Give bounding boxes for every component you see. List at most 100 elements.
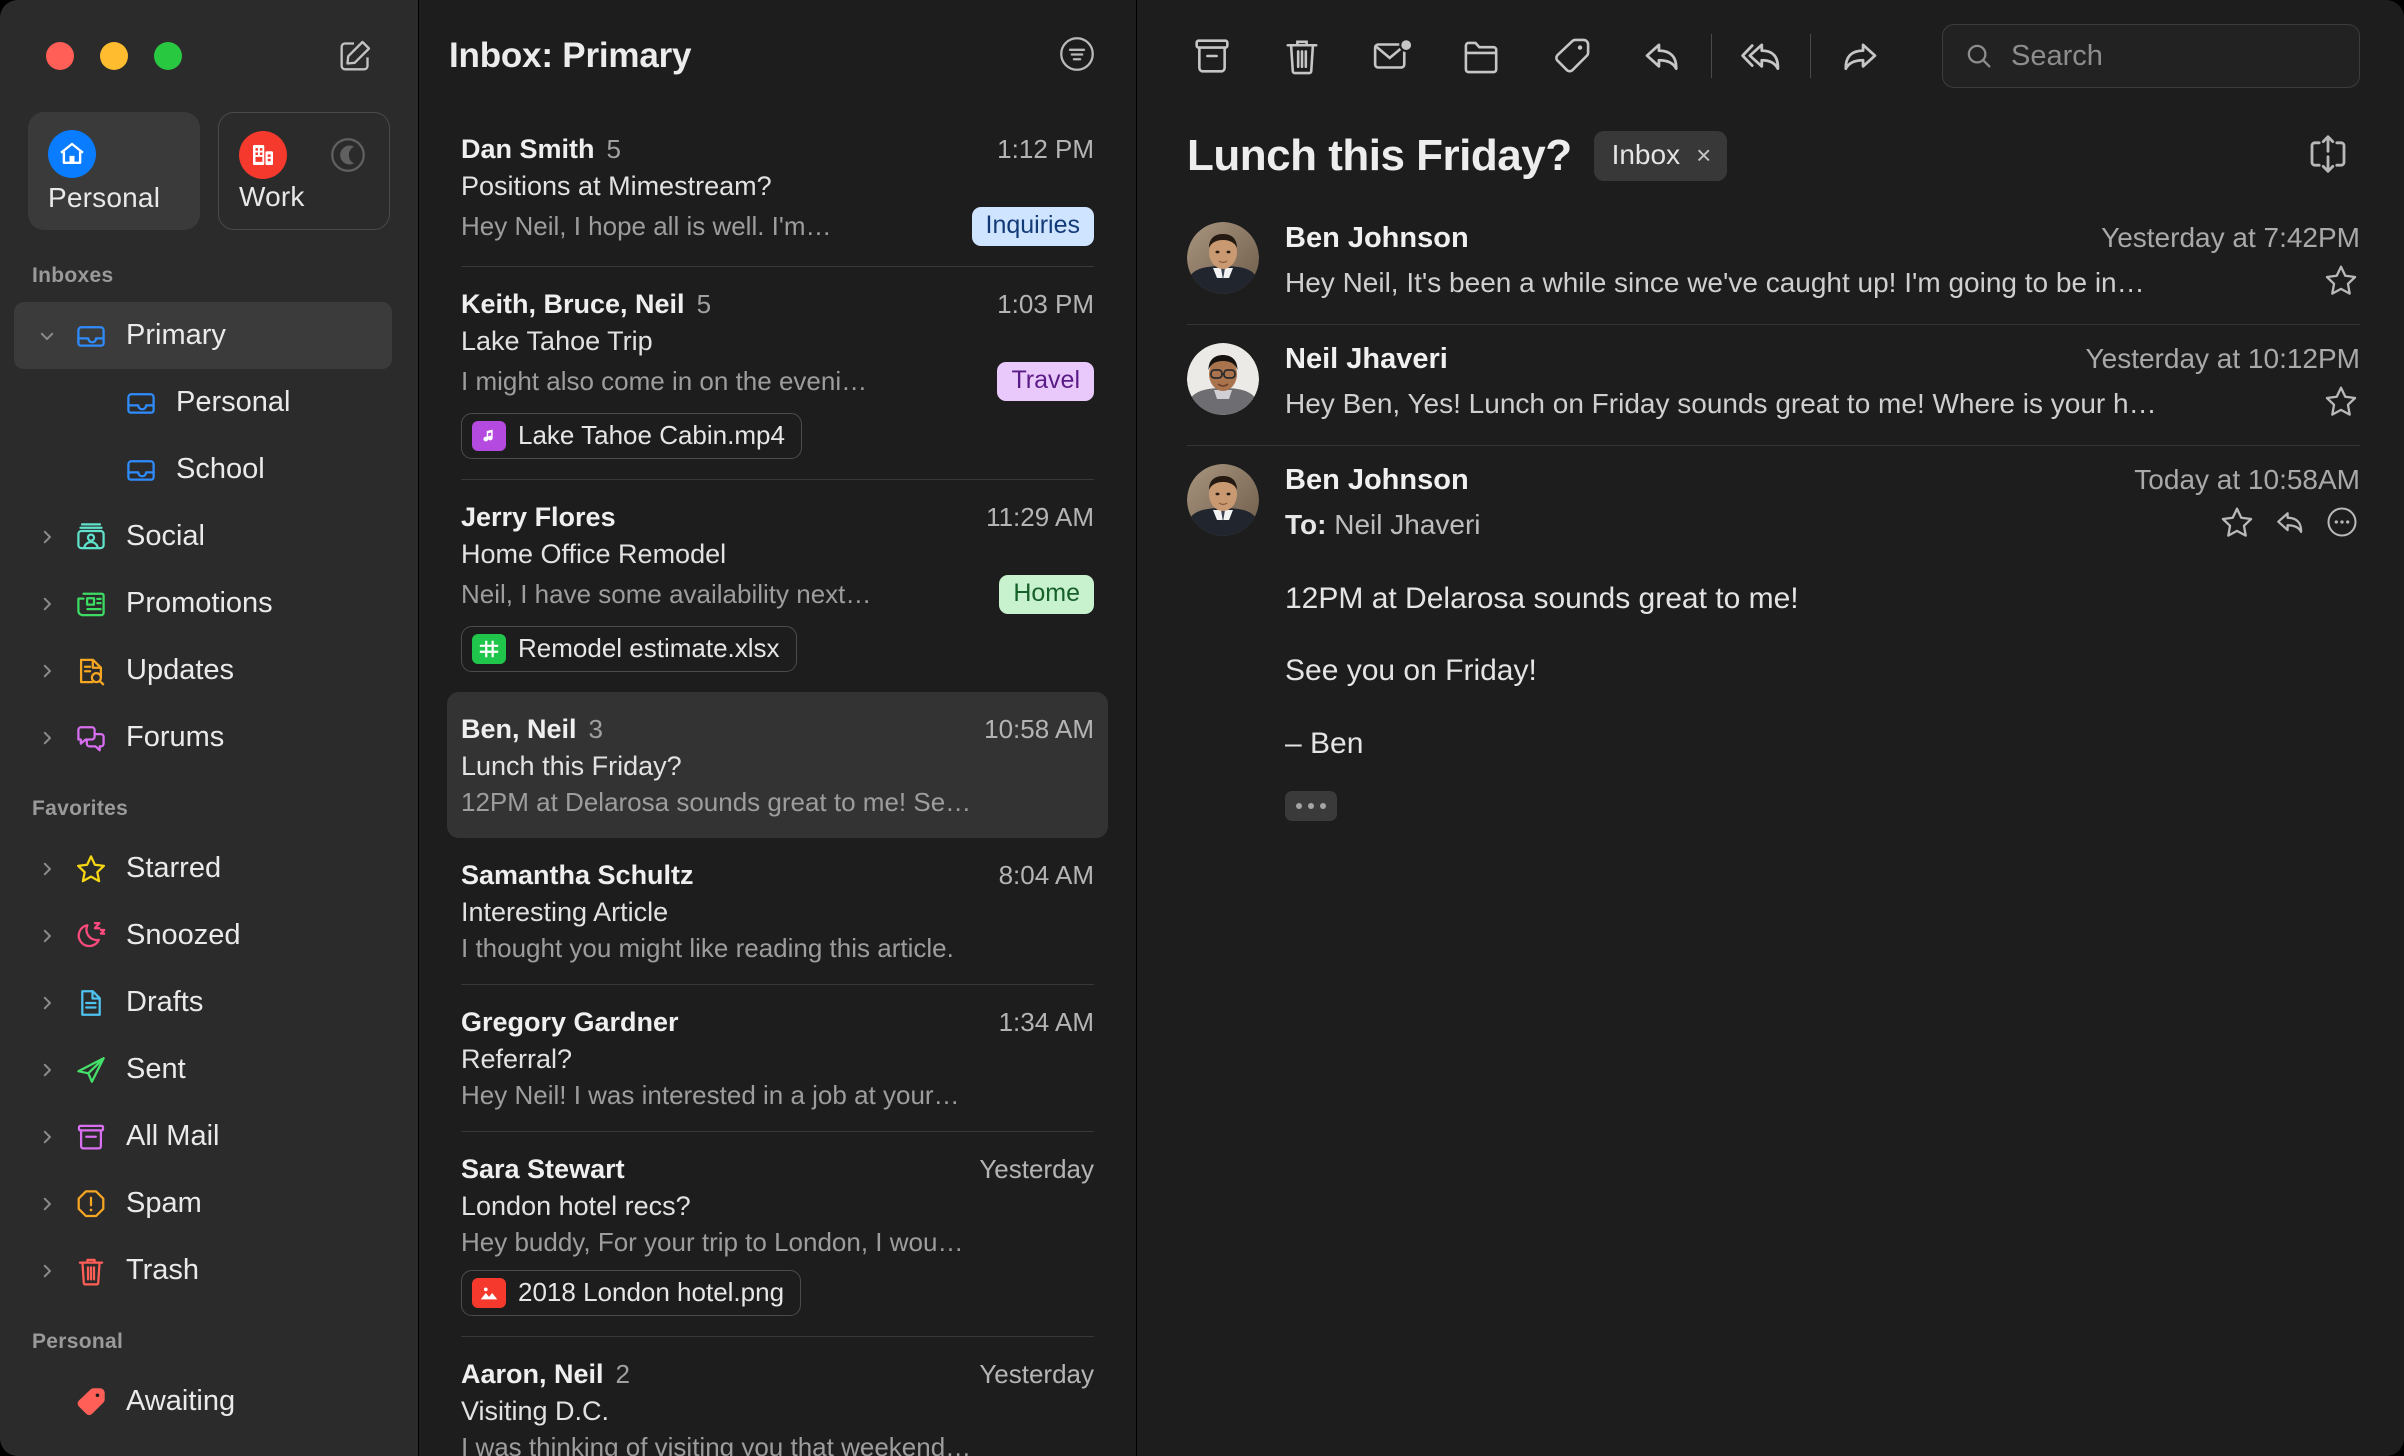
message-subject: Lake Tahoe Trip [461,326,1094,357]
message-list-header: Inbox: Primary [419,0,1136,112]
sidebar-item-awaiting[interactable]: Awaiting [14,1368,392,1435]
message-tag[interactable]: Home [999,575,1094,614]
message-row-bottom: Neil, I have some availability next…Home [461,575,1094,614]
show-trimmed-content-button[interactable] [1285,791,1337,821]
message-snippet: Hey buddy, For your trip to London, I wo… [461,1227,1094,1258]
attachment-chip[interactable]: 2018 London hotel.png [461,1270,801,1316]
chevron-right-icon[interactable] [30,1061,64,1079]
remove-label-icon[interactable]: × [1696,142,1711,168]
mark-unread-icon[interactable] [1367,31,1417,81]
sidebar-item-snoozed[interactable]: Snoozed [14,902,392,969]
message-tag[interactable]: Inquiries [972,207,1095,246]
message-row[interactable]: Samantha Schultz8:04 AMInteresting Artic… [447,838,1108,984]
sidebar-item-all-mail[interactable]: All Mail [14,1103,392,1170]
message-time: 8:04 AM [999,860,1094,891]
sidebar-section-title: Inboxes [0,264,418,288]
trash-icon[interactable] [1277,31,1327,81]
reply-icon[interactable] [1637,31,1687,81]
message-tag[interactable]: Travel [997,362,1094,401]
sidebar-item-drafts[interactable]: Drafts [14,969,392,1036]
paper-plane-icon [64,1052,118,1088]
message-row[interactable]: Jerry Flores11:29 AM Home Office Remodel N… [447,480,1108,692]
message-paragraph: 12PM at Delarosa sounds great to me! [1285,574,2360,624]
mailbox-label-pill[interactable]: Inbox × [1594,131,1728,181]
chevron-down-icon[interactable] [30,327,64,345]
chevron-right-icon[interactable] [30,662,64,680]
account-card-top [239,131,369,179]
message-sender-name: Ben Johnson [1285,464,1469,497]
account-card-personal[interactable]: Personal [28,112,200,230]
sidebar-item-spam[interactable]: Spam [14,1170,392,1237]
sidebar-item-forums[interactable]: Forums [14,704,392,771]
reply-all-icon[interactable] [1736,31,1786,81]
star-icon[interactable] [2322,261,2360,304]
message-row[interactable]: Gregory Gardner1:34 AMReferral?Hey Neil!… [447,985,1108,1131]
message-content: Ben JohnsonYesterday at 7:42PMHey Neil, … [1285,222,2360,304]
sidebar-item-updates[interactable]: Updates [14,637,392,704]
message-row[interactable]: Ben, Neil310:58 AMLunch this Friday?12PM… [447,692,1108,838]
compose-icon[interactable] [332,33,378,79]
search-field[interactable] [1942,24,2360,88]
chevron-right-icon[interactable] [30,927,64,945]
thread-message[interactable]: Neil JhaveriYesterday at 10:12PMHey Ben,… [1187,325,2360,445]
zoom-window-button[interactable] [154,42,182,70]
expand-all-icon[interactable] [2304,130,2356,182]
sidebar-item-personal[interactable]: Personal [14,369,392,436]
message-count: 5 [607,134,621,165]
message-preview: Hey Ben, Yes! Lunch on Friday sounds gre… [1285,388,2300,420]
message-sender: Aaron, Neil [461,1359,604,1390]
thread-message[interactable]: Ben JohnsonYesterday at 7:42PMHey Neil, … [1187,204,2360,324]
filter-sort-icon[interactable] [1056,33,1102,79]
chevron-right-icon[interactable] [30,994,64,1012]
account-card-work[interactable]: Work [218,112,390,230]
more-icon[interactable] [2324,504,2360,545]
star-icon[interactable] [2322,382,2360,425]
message-sender-name: Neil Jhaveri [1285,343,1448,376]
chevron-right-icon[interactable] [30,595,64,613]
tag-icon[interactable] [1547,31,1597,81]
toolbar-divider [1711,34,1712,78]
trash-icon [64,1253,118,1289]
star-icon[interactable] [2218,503,2256,546]
sidebar-section-title: Personal [0,1330,418,1354]
sidebar-item-social[interactable]: Social [14,503,392,570]
chevron-right-icon[interactable] [30,860,64,878]
minimize-window-button[interactable] [100,42,128,70]
sidebar-item-primary[interactable]: Primary [14,302,392,369]
message-row-top: Jerry Flores11:29 AM [461,502,1094,533]
message-actions [2218,503,2360,546]
chevron-right-icon[interactable] [30,1128,64,1146]
message-row[interactable]: Keith, Bruce, Neil51:03 PMLake Tahoe Tri… [447,267,1108,479]
message-time: Yesterday [979,1359,1094,1390]
message-sender: Sara Stewart [461,1154,625,1185]
message-row-top: Dan Smith51:12 PM [461,134,1094,165]
message-subline: To: Neil Jhaveri [1285,503,2360,546]
mailbox-label-text: Inbox [1612,139,1681,171]
attachment-chip[interactable]: Remodel estimate.xlsx [461,626,797,672]
thread-message[interactable]: Ben JohnsonToday at 10:58AMTo: Neil Jhav… [1187,446,2360,841]
moon-zzz-icon [64,918,118,954]
sidebar-item-promotions[interactable]: Promotions [14,570,392,637]
chevron-right-icon[interactable] [30,1195,64,1213]
attachment-chip[interactable]: Lake Tahoe Cabin.mp4 [461,413,802,459]
archive-icon[interactable] [1187,31,1237,81]
message-row[interactable]: Dan Smith51:12 PMPositions at Mimestream… [447,112,1108,266]
reply-icon[interactable] [2272,504,2308,545]
chevron-right-icon[interactable] [30,528,64,546]
sidebar-item-school[interactable]: School [14,436,392,503]
message-subject: Home Office Remodel [461,539,1094,570]
search-input[interactable] [2011,40,2339,73]
forward-icon[interactable] [1835,31,1885,81]
message-row-top: Sara StewartYesterday [461,1154,1094,1185]
sidebar-item-label: Trash [126,1254,199,1287]
message-row[interactable]: Aaron, Neil2YesterdayVisiting D.C.I was … [447,1337,1108,1456]
chevron-right-icon[interactable] [30,1262,64,1280]
sidebar-item-starred[interactable]: Starred [14,835,392,902]
chevron-right-icon[interactable] [30,729,64,747]
sidebar-item-sent[interactable]: Sent [14,1036,392,1103]
sidebar-item-trash[interactable]: Trash [14,1237,392,1304]
folder-icon[interactable] [1457,31,1507,81]
message-row[interactable]: Sara StewartYesterdayLondon hotel recs?H… [447,1132,1108,1336]
close-window-button[interactable] [46,42,74,70]
tag-icon [64,1384,118,1420]
